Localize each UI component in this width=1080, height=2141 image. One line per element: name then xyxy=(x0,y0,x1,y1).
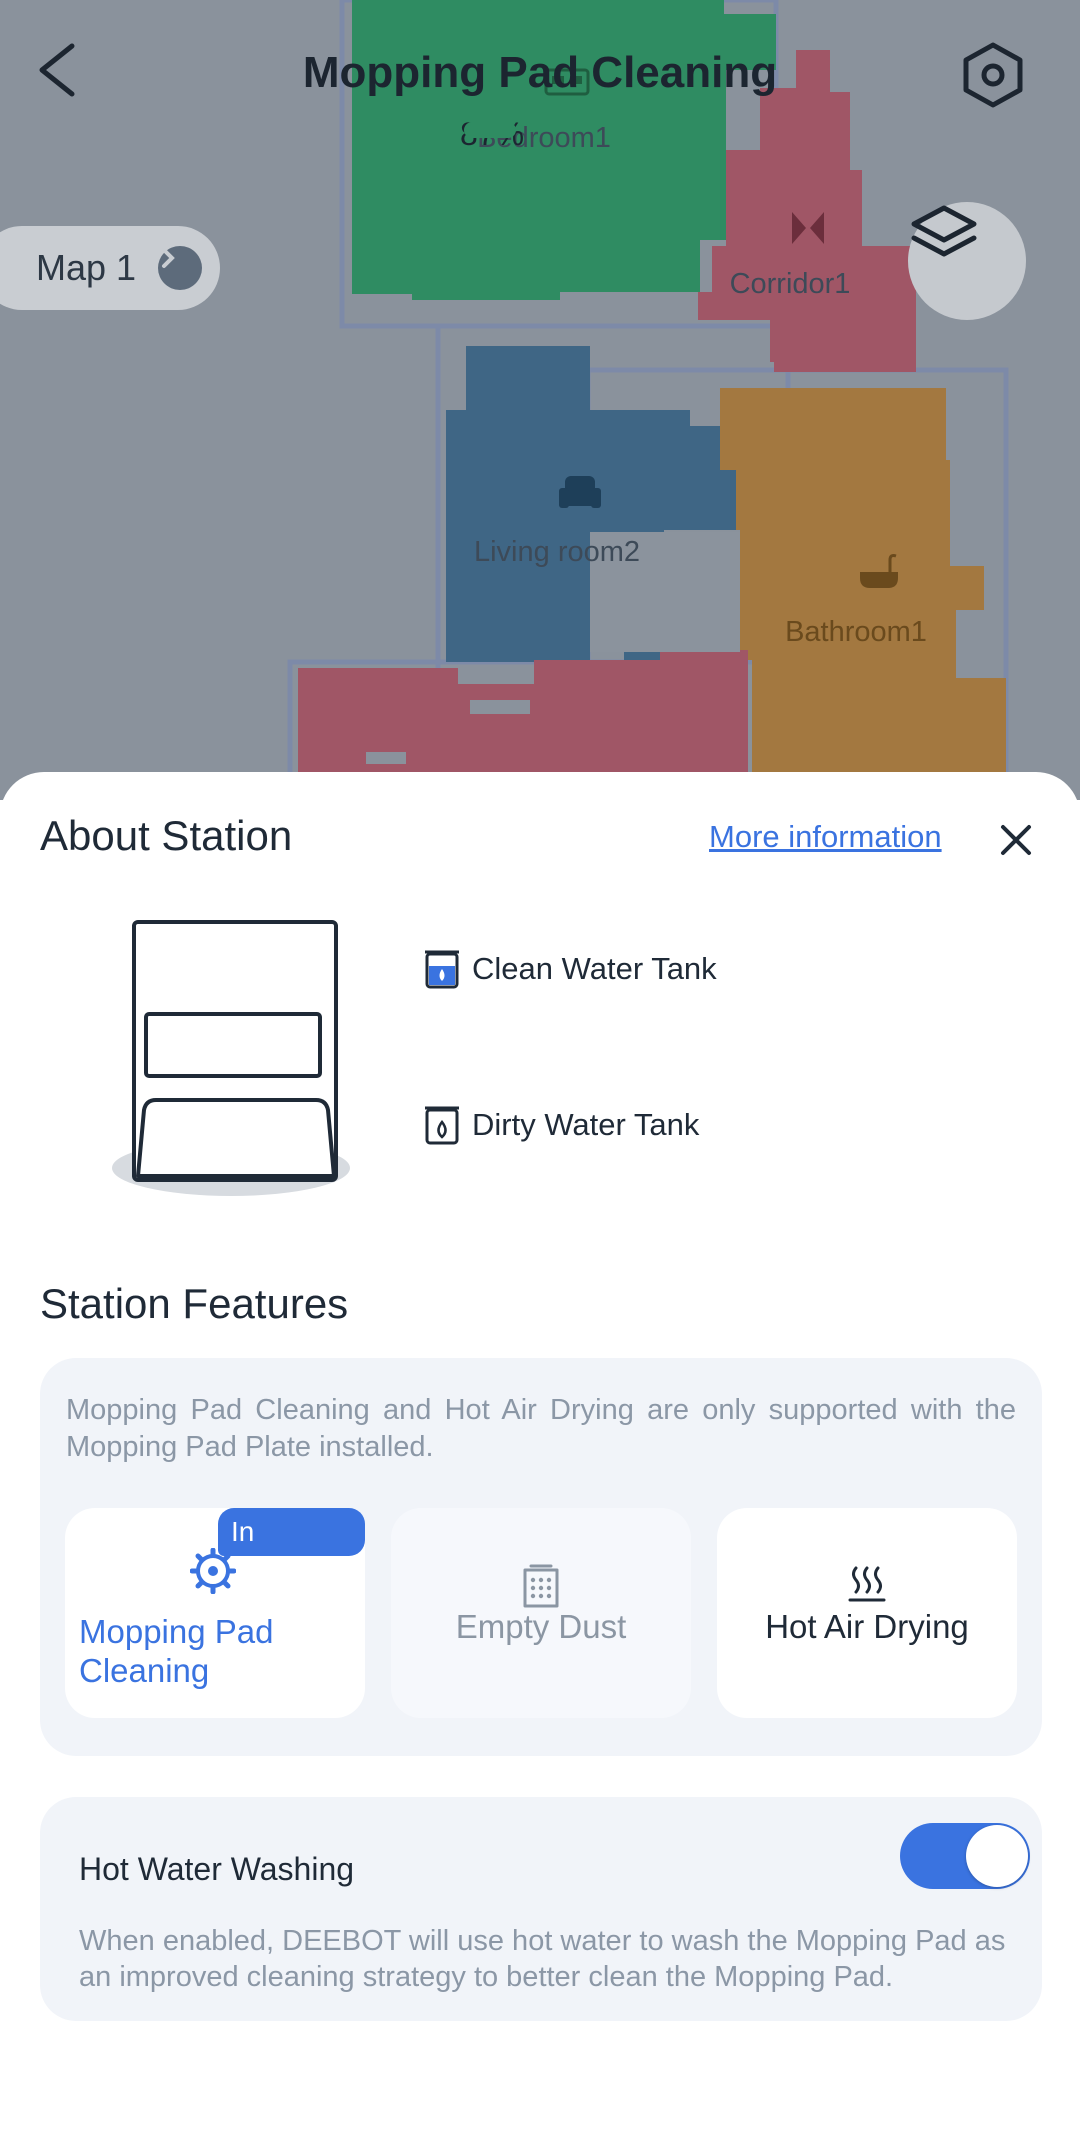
hot-water-washing-title: Hot Water Washing xyxy=(79,1851,355,1887)
cleaning-progress: 87% xyxy=(460,116,524,153)
layers-button[interactable] xyxy=(908,202,1026,320)
feature-empty-dust[interactable]: Empty Dust xyxy=(391,1508,691,1718)
feature-empty-dust-label: Empty Dust xyxy=(455,1608,627,1645)
station-illustration xyxy=(108,914,354,1219)
room-label-bathroom: Bathroom1 xyxy=(785,616,927,648)
settings-button[interactable] xyxy=(958,40,1038,120)
in-progress-badge: In Progress xyxy=(218,1508,365,1595)
hot-water-washing-toggle[interactable] xyxy=(900,1823,1030,1889)
close-button[interactable] xyxy=(992,816,1040,864)
clean-water-tank: Clean Water Tank xyxy=(424,948,717,990)
about-station-title: About Station xyxy=(40,812,293,859)
dirty-water-tank-icon xyxy=(425,1106,459,1145)
station-features-title: Station Features xyxy=(40,1280,349,1327)
dirty-water-tank: Dirty Water Tank xyxy=(424,1104,699,1146)
toggle-knob xyxy=(966,1825,1028,1887)
heat-waves-icon xyxy=(847,1564,887,1609)
map-selector-label: Map 1 xyxy=(36,247,137,288)
feature-hot-air-drying[interactable]: Hot Air Drying xyxy=(717,1508,1017,1718)
floor-plan xyxy=(0,0,1080,800)
features-note: Mopping Pad Cleaning and Hot Air Drying … xyxy=(66,1394,1016,1463)
hot-water-washing-description: When enabled, DEEBOT will use hot water … xyxy=(79,1925,1006,1993)
feature-mopping-pad-cleaning[interactable]: In Progress Mopping Pad Cleaning xyxy=(65,1508,365,1718)
clean-water-tank-label: Clean Water Tank xyxy=(472,951,717,986)
clean-water-tank-icon xyxy=(425,950,459,989)
close-icon xyxy=(1001,825,1031,855)
cleaning-map[interactable]: Bedroom1 Corridor1 Living room2 Bathroom… xyxy=(0,0,1080,800)
about-station-sheet: About Station More information Clean Wat… xyxy=(0,772,1080,2141)
page-title: Mopping Pad Cleaning xyxy=(302,48,778,97)
map-selector[interactable]: Map 1 xyxy=(0,226,220,310)
station-features-card: Mopping Pad Cleaning and Hot Air Drying … xyxy=(40,1358,1042,1756)
feature-mopping-pad-cleaning-label: Mopping Pad Cleaning xyxy=(79,1613,274,1689)
layers-icon xyxy=(911,205,977,257)
hexagon-settings-icon xyxy=(963,42,1023,108)
more-information-link[interactable]: More information xyxy=(709,819,942,855)
room-label-corridor: Corridor1 xyxy=(729,268,851,300)
feature-hot-air-drying-label: Hot Air Drying xyxy=(765,1608,969,1645)
dirty-water-tank-label: Dirty Water Tank xyxy=(472,1107,700,1142)
robot-progress-icon xyxy=(464,122,516,138)
room-label-living-room: Living room2 xyxy=(473,536,641,568)
chevron-right-icon xyxy=(158,246,202,290)
hot-water-washing-card: Hot Water Washing When enabled, DEEBOT w… xyxy=(40,1797,1042,2021)
gear-icon xyxy=(189,1547,237,1599)
